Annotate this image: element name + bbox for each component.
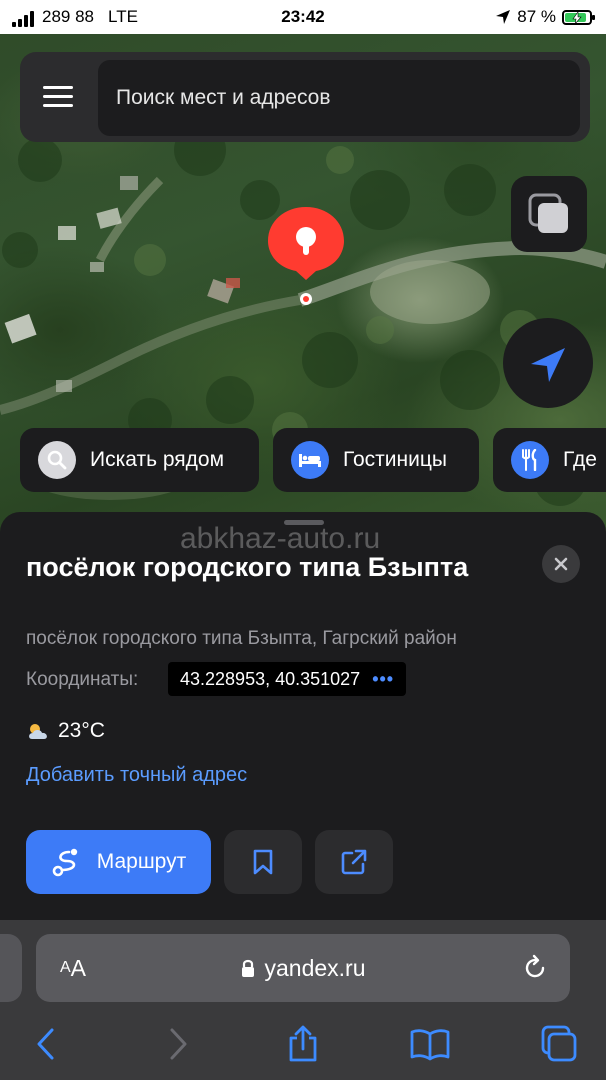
route-label: Маршрут [96,850,187,873]
chip-hotels[interactable]: Гостиницы [273,428,479,492]
previous-tab-preview[interactable] [0,934,22,1002]
fork-knife-icon [511,441,549,479]
coordinates-label: Координаты: [26,669,139,690]
forward-button[interactable] [156,1022,200,1066]
chip-label: Где [563,448,597,471]
route-button[interactable]: Маршрут [26,830,211,894]
share-button[interactable] [315,830,393,894]
address-bar[interactable]: A A yandex.ru [36,934,570,1002]
chip-search-nearby[interactable]: Искать рядом [20,428,259,492]
chip-label: Искать рядом [90,448,225,471]
battery-charging-icon [562,9,595,25]
layers-icon [528,193,568,233]
temperature: 23°C [58,719,105,742]
coordinates-value: 43.228953, 40.351027 [180,668,361,689]
reload-icon[interactable] [520,953,550,983]
place-card: abkhaz-auto.ru посёлок городского типа Б… [0,512,606,920]
chip-label: Гостиницы [343,448,447,471]
chevron-left-icon [37,1028,54,1060]
search-input[interactable]: Поиск мест и адресов [98,60,580,136]
more-dots-icon[interactable]: ••• [372,669,394,690]
bookmarks-button[interactable] [408,1022,452,1066]
share-external-icon [341,849,367,875]
status-bar: 289 88 LTE 23:42 87 % [0,0,606,34]
url-text: yandex.ru [264,954,366,981]
chip-food[interactable]: Где [493,428,606,492]
search-placeholder: Поиск мест и адресов [116,86,331,109]
battery-percent: 87 % [517,7,556,26]
close-button[interactable] [542,545,580,583]
browser-toolbar: A A yandex.ru [0,920,606,1080]
search-icon [38,441,76,479]
lock-icon [242,959,255,977]
share-page-button[interactable] [281,1022,325,1066]
location-pin-icon[interactable] [266,205,346,305]
tabs-icon [541,1025,577,1062]
place-subtitle: посёлок городского типа Бзыпта, Гагрский… [26,628,457,649]
back-button[interactable] [24,1022,68,1066]
bookmark-button[interactable] [224,830,302,894]
navigation-arrow-icon [531,348,565,382]
bookmark-icon [253,849,273,875]
menu-button[interactable] [34,74,80,120]
weather: 23°C [26,719,105,743]
place-title: посёлок городского типа Бзыпта [26,552,469,582]
coordinates-box[interactable]: 43.228953, 40.351027 ••• [168,662,407,696]
partly-cloudy-icon [29,724,47,739]
my-location-button[interactable] [503,318,593,408]
add-address-link[interactable]: Добавить точный адрес [26,764,247,787]
location-arrow-icon [496,10,511,24]
share-icon [289,1025,317,1062]
tabs-button[interactable] [536,1022,580,1066]
route-icon [52,848,77,877]
chevron-right-icon [170,1028,187,1060]
book-icon [410,1029,450,1061]
map-layers-button[interactable] [511,176,587,252]
close-icon [554,557,568,571]
bed-icon [291,441,329,479]
search-bar: Поиск мест и адресов [20,52,590,142]
